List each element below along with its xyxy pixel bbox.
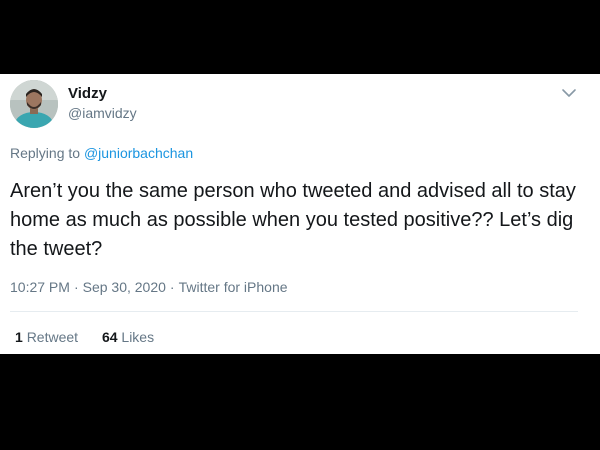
avatar[interactable]	[10, 80, 58, 128]
retweets-count: 1	[15, 329, 23, 345]
divider	[10, 311, 578, 312]
retweets-label: Retweet	[26, 329, 79, 345]
meta-separator: ·	[169, 279, 175, 295]
retweets-stat[interactable]: 1 Retweet	[15, 329, 78, 345]
meta-separator: ·	[73, 279, 79, 295]
tweet-meta: 10:27 PM · Sep 30, 2020 · Twitter for iPhone	[10, 279, 288, 295]
tweet-date[interactable]: Sep 30, 2020	[83, 279, 166, 295]
tweet-source[interactable]: Twitter for iPhone	[179, 279, 288, 295]
reply-prefix: Replying to	[10, 145, 81, 161]
likes-stat[interactable]: 64 Likes	[102, 329, 154, 345]
author-display-name[interactable]: Vidzy	[68, 85, 107, 102]
tweet-card: Vidzy @iamvidzy Replying to @juniorbachc…	[0, 74, 600, 354]
reply-context: Replying to @juniorbachchan	[10, 145, 193, 161]
tweet-time[interactable]: 10:27 PM	[10, 279, 70, 295]
likes-label: Likes	[121, 329, 155, 345]
author-handle[interactable]: @iamvidzy	[68, 105, 137, 121]
reply-mention-link[interactable]: @juniorbachchan	[84, 145, 193, 161]
chevron-down-icon[interactable]	[560, 84, 578, 102]
tweet-text: Aren’t you the same person who tweeted a…	[10, 180, 576, 260]
likes-count: 64	[101, 329, 118, 345]
tweet-stats: 1 Retweet 64 Likes	[15, 329, 154, 345]
screenshot-frame: Vidzy @iamvidzy Replying to @juniorbachc…	[0, 0, 600, 450]
